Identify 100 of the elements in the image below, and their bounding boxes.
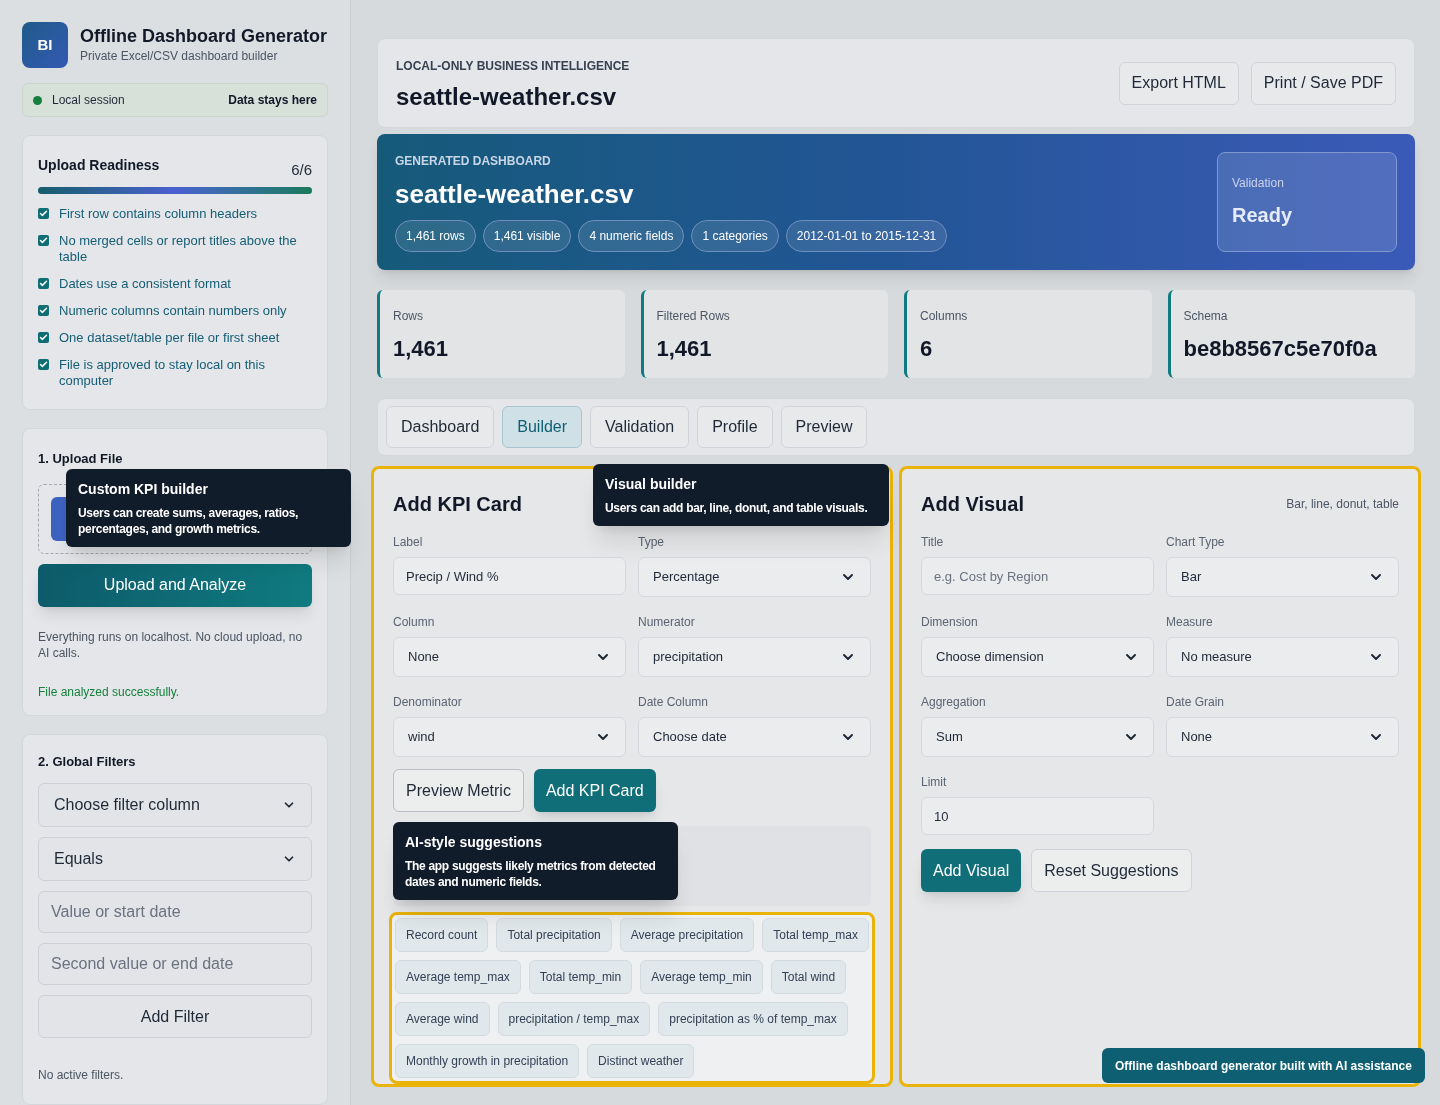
text-field[interactable]: Value or start date — [38, 891, 312, 933]
card-title: 1. Upload File — [38, 450, 123, 466]
suggestion-chip[interactable]: precipitation / temp_max — [497, 1002, 651, 1036]
add-kpi-button[interactable]: Add KPI Card — [533, 769, 656, 812]
suggestion-chip[interactable]: Distinct weather — [587, 1044, 695, 1078]
app-subtitle: Private Excel/CSV dashboard builder — [80, 48, 279, 65]
field-label: Dimension — [921, 614, 979, 631]
select-field[interactable]: No measure — [1166, 637, 1399, 677]
checklist-item: Dates use a consistent format — [59, 275, 231, 292]
field-label: Date Grain — [1166, 694, 1226, 711]
stat-label: Filtered Rows — [656, 308, 731, 325]
select-field[interactable]: Choose date — [638, 717, 871, 757]
validation-label: Validation — [1232, 175, 1285, 192]
suggestion-chip[interactable]: precipitation as % of temp_max — [658, 1002, 848, 1036]
stat-value: 1,461 — [393, 337, 450, 361]
select-field[interactable]: Equals — [38, 837, 312, 881]
select-field[interactable]: Choose filter column — [38, 783, 312, 827]
tooltip-text: Users can add bar, line, donut, and table visuals. — [605, 500, 869, 516]
field-label: Numerator — [638, 614, 696, 631]
info-pill: 1,461 visible — [482, 220, 572, 252]
reset-suggestions-button[interactable]: Reset Suggestions — [1031, 849, 1192, 892]
tab[interactable]: Dashboard — [386, 406, 495, 448]
select-field[interactable]: Percentage — [638, 557, 871, 597]
suggestion-chip[interactable]: Monthly growth in precipitation — [395, 1044, 580, 1078]
suggestion-chip[interactable]: Average precipitation — [619, 918, 755, 952]
footer-badge: Offline dashboard generator built with AI assistance — [1102, 1048, 1425, 1083]
text-field[interactable]: e.g. Cost by Region — [921, 557, 1154, 595]
info-pill: 1 categories — [691, 220, 779, 252]
field-label: Title — [921, 534, 945, 551]
suggestion-chip[interactable]: Total precipitation — [496, 918, 612, 952]
checklist-item: Numeric columns contain numbers only — [59, 302, 287, 319]
suggestion-chip[interactable]: Average temp_max — [395, 960, 521, 994]
stat-label: Columns — [920, 308, 969, 325]
add-filter-button[interactable]: Add Filter — [38, 995, 312, 1038]
tab[interactable]: Builder — [502, 406, 583, 448]
select-field[interactable]: None — [393, 637, 626, 677]
tab[interactable]: Validation — [590, 406, 690, 448]
suggestion-chip[interactable]: Record count — [395, 918, 489, 952]
checkbox[interactable] — [38, 207, 49, 219]
stat-label: Schema — [1183, 308, 1229, 325]
field-label: Measure — [1166, 614, 1214, 631]
stat-value: 6 — [920, 337, 934, 361]
preview-metric-button[interactable]: Preview Metric — [393, 769, 524, 812]
header-button[interactable]: Export HTML — [1118, 61, 1239, 105]
checkbox[interactable] — [38, 358, 49, 370]
text-field[interactable]: Second value or end date — [38, 943, 312, 985]
card-title: 2. Global Filters — [38, 752, 137, 771]
checkbox[interactable] — [38, 331, 49, 343]
field-label: Label — [393, 534, 424, 551]
select-field[interactable]: wind — [393, 717, 626, 757]
field-label: Denominator — [393, 694, 463, 711]
checkbox[interactable] — [38, 304, 49, 316]
session-note: Data stays here — [228, 92, 317, 109]
suggestion-chip[interactable]: Total wind — [770, 960, 847, 994]
tab[interactable]: Profile — [697, 406, 773, 448]
suggestion-chip[interactable]: Average temp_min — [640, 960, 763, 994]
tooltip-text: The app suggests likely metrics from detected dates and numeric fields. — [405, 858, 657, 890]
checklist-item: One dataset/table per file or first sheet — [59, 329, 280, 346]
checklist-item: First row contains column headers — [59, 205, 257, 222]
stat-value: be8b8567c5e70f0a — [1183, 337, 1378, 361]
info-pill: 4 numeric fields — [578, 220, 685, 252]
checkbox[interactable] — [38, 277, 49, 289]
hero-eyebrow: GENERATED DASHBOARD — [395, 153, 552, 170]
hero-title: seattle-weather.csv — [395, 179, 635, 209]
suggestion-chip[interactable]: Total temp_max — [762, 918, 869, 952]
suggestion-chip[interactable]: Total temp_min — [528, 960, 633, 994]
readiness-count: 6/6 — [291, 160, 312, 180]
header-title: seattle-weather.csv — [396, 83, 618, 110]
field-label: Chart Type — [1166, 534, 1226, 551]
select-field[interactable]: Sum — [921, 717, 1154, 757]
upload-button[interactable]: Upload and Analyze — [38, 563, 312, 607]
field-label: Type — [638, 534, 665, 551]
header-eyebrow: LOCAL-ONLY BUSINESS INTELLIGENCE — [396, 57, 630, 75]
tooltip-title: Visual builder — [605, 475, 698, 494]
header-button[interactable]: Print / Save PDF — [1250, 61, 1396, 105]
info-pill: 2012-01-01 to 2015-12-31 — [785, 220, 948, 252]
text-field[interactable]: 10 — [921, 797, 1154, 835]
field-label: Aggregation — [921, 694, 987, 711]
checklist-item: No merged cells or report titles above the table — [59, 232, 298, 265]
tab[interactable]: Preview — [780, 406, 868, 448]
checkbox[interactable] — [38, 234, 49, 246]
field-label: Limit — [921, 774, 948, 791]
filters-note: No active filters. — [38, 1067, 125, 1084]
select-field[interactable]: precipitation — [638, 637, 871, 677]
app-logo: BI — [22, 22, 68, 68]
text-field[interactable]: Precip / Wind % — [393, 557, 626, 595]
select-field[interactable]: Choose dimension — [921, 637, 1154, 677]
checklist-item: File is approved to stay local on this computer — [59, 356, 266, 389]
stat-label: Rows — [393, 308, 424, 325]
add-visual-button[interactable]: Add Visual — [921, 849, 1022, 892]
select-field[interactable]: Bar — [1166, 557, 1399, 597]
stat-value: 1,461 — [656, 337, 713, 361]
panel-title: Add Visual — [921, 492, 1024, 517]
select-field[interactable]: None — [1166, 717, 1399, 757]
suggestion-chip[interactable]: Average wind — [395, 1002, 490, 1036]
validation-value: Ready — [1232, 203, 1294, 228]
card-title: Upload Readiness — [38, 155, 160, 175]
panel-hint: Bar, line, donut, table — [1286, 496, 1399, 513]
panel-title: Add KPI Card — [393, 492, 522, 517]
field-label: Column — [393, 614, 436, 631]
